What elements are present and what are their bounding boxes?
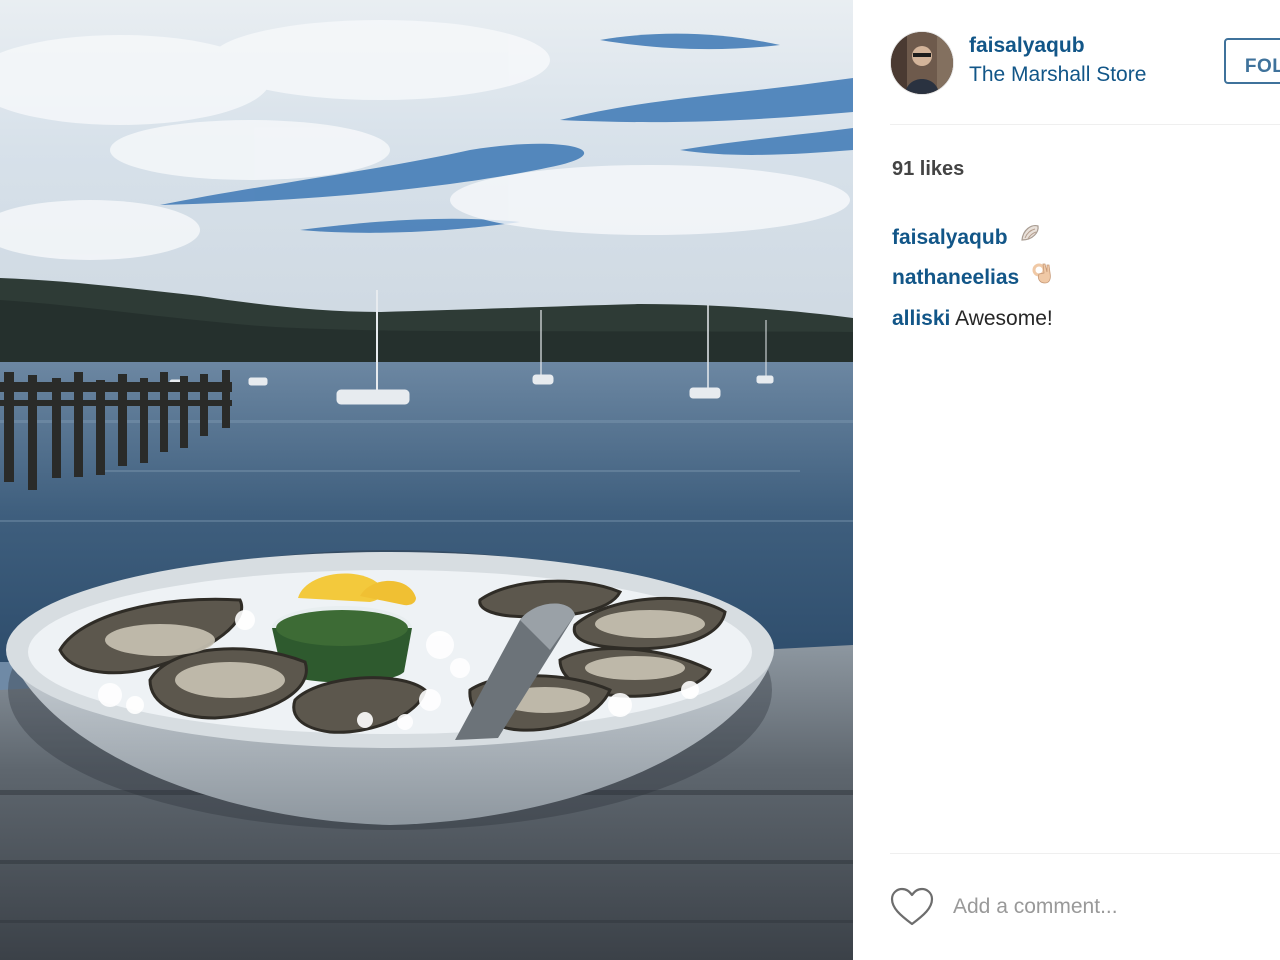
heart-outline-icon[interactable]	[890, 887, 934, 927]
comment-username[interactable]: nathaneelias	[892, 266, 1019, 289]
likes-count[interactable]: 91 likes	[892, 158, 964, 181]
comment-item: nathaneelias	[892, 258, 1053, 298]
comment-item: alliski Awesome!	[892, 299, 1053, 339]
comment-username[interactable]: faisalyaqub	[892, 226, 1008, 249]
post-photo[interactable]	[0, 0, 853, 960]
comment-item: faisalyaqub	[892, 218, 1053, 258]
comment-text: Awesome!	[955, 306, 1053, 330]
spiral-shell-icon	[1019, 218, 1041, 258]
post-sidebar: faisalyaqub The Marshall Store FOLLOW 91…	[853, 0, 1280, 960]
location-link[interactable]: The Marshall Store	[969, 63, 1146, 87]
header-divider	[890, 124, 1280, 125]
follow-button[interactable]: FOLLOW	[1224, 38, 1280, 84]
avatar[interactable]	[890, 31, 954, 95]
comment-list: faisalyaqub nathaneelias alliski Awesome…	[892, 218, 1053, 339]
profile-photo	[891, 32, 953, 94]
oysters-on-ice-photo	[0, 0, 853, 960]
ok-hand-icon	[1031, 259, 1053, 299]
comment-username[interactable]: alliski	[892, 307, 950, 330]
footer-divider	[890, 853, 1280, 854]
username-link[interactable]: faisalyaqub	[969, 34, 1085, 58]
comment-input[interactable]	[953, 888, 1253, 926]
